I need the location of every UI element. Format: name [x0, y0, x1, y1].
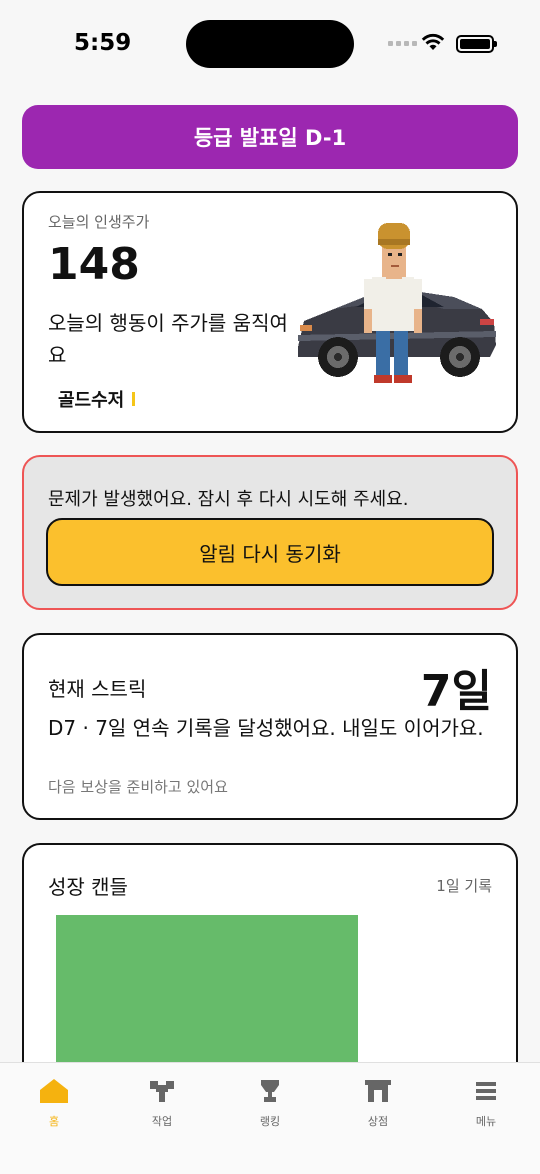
error-card: 문제가 발생했어요. 잠시 후 다시 시도해 주세요. 알림 다시 동기화 [22, 455, 518, 610]
battery-icon [456, 35, 497, 53]
tab-label: 상점 [367, 1115, 389, 1128]
streak-title: 현재 스트릭 [48, 677, 147, 701]
tab-home[interactable]: 홈 [0, 1063, 108, 1174]
tab-ranking[interactable]: 랭킹 [216, 1063, 324, 1174]
store-icon [363, 1077, 393, 1105]
tab-label: 메뉴 [475, 1115, 497, 1128]
home-icon [39, 1077, 69, 1105]
tab-label: 랭킹 [259, 1115, 281, 1128]
streak-value: 7일 [420, 666, 492, 717]
trophy-icon [255, 1077, 285, 1105]
status-time: 5:59 [74, 30, 132, 56]
banner-text: 등급 발표일 D-1 [193, 126, 347, 150]
stock-value: 148 [48, 239, 140, 290]
life-stock-card[interactable]: 오늘의 인생주가 148 오늘의 행동이 주가를 움직여요 골드수저 [22, 191, 518, 433]
tab-label: 작업 [151, 1115, 173, 1128]
bottom-tab-bar: 홈 작업 랭킹 상점 메뉴 [0, 1062, 540, 1174]
wifi-icon [421, 33, 445, 50]
dynamic-island [186, 20, 354, 68]
menu-icon [471, 1077, 501, 1105]
tier-label: 골드수저 [58, 390, 125, 411]
tools-icon [147, 1077, 177, 1105]
error-message: 문제가 발생했어요. 잠시 후 다시 시도해 주세요. [48, 489, 409, 510]
grade-announcement-banner[interactable]: 등급 발표일 D-1 [22, 105, 518, 169]
tab-menu[interactable]: 메뉴 [432, 1063, 540, 1174]
stock-label: 오늘의 인생주가 [48, 213, 150, 231]
character-with-car-illustration [298, 223, 496, 383]
status-bar: 5:59 [0, 0, 540, 90]
tab-label: 홈 [48, 1115, 60, 1128]
resync-button-label: 알림 다시 동기화 [199, 541, 341, 566]
tab-store[interactable]: 상점 [324, 1063, 432, 1174]
candle-record-count: 1일 기록 [436, 877, 492, 895]
resync-notifications-button[interactable]: 알림 다시 동기화 [46, 518, 494, 586]
cellular-signal-icon [388, 41, 417, 46]
tab-work[interactable]: 작업 [108, 1063, 216, 1174]
candle-title: 성장 캔들 [48, 875, 128, 899]
streak-subtext: 다음 보상을 준비하고 있어요 [48, 778, 228, 796]
tier-indicator [132, 392, 136, 406]
stock-description: 오늘의 행동이 주가를 움직여요 [48, 311, 288, 367]
streak-card[interactable]: 현재 스트릭 7일 D7 · 7일 연속 기록을 달성했어요. 내일도 이어가요… [22, 633, 518, 820]
tier-badge: 골드수저 [58, 386, 136, 412]
streak-description: D7 · 7일 연속 기록을 달성했어요. 내일도 이어가요. [48, 716, 484, 740]
